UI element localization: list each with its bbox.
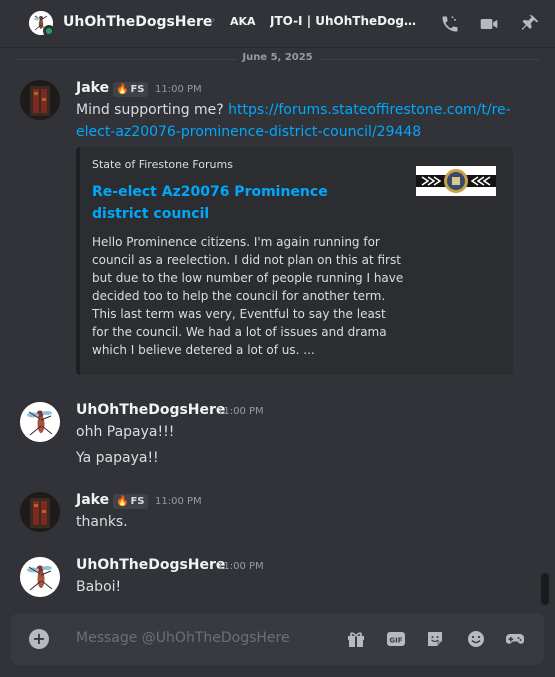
message-link-continued[interactable]: elect-az20076-prominence-district-counci… (76, 124, 421, 140)
header-separator (211, 18, 215, 22)
flame-icon: 🔥 (116, 496, 129, 507)
scrollbar-thumb[interactable] (541, 573, 549, 605)
message-link[interactable]: https://forums.stateoffirestone.com/t/re… (228, 102, 511, 118)
gif-picker-icon[interactable]: GIF (386, 629, 406, 649)
message-timestamp[interactable]: 11:00 PM (155, 496, 202, 507)
pinned-messages-icon[interactable] (518, 12, 542, 36)
jake-avatar[interactable] (20, 492, 60, 532)
link-embed: State of Firestone Forums Re-elect Az200… (76, 147, 513, 375)
message-input[interactable]: Message @UhOhTheDogsHere (76, 630, 290, 646)
header-avatar[interactable] (29, 11, 55, 37)
upload-plus-icon[interactable]: + (29, 629, 49, 649)
message-author[interactable]: UhOhTheDogsHere (76, 402, 225, 418)
online-status-icon (43, 25, 55, 37)
date-divider: June 5, 2025 (16, 52, 539, 66)
message-input-bar: + Message @UhOhTheDogsHere GIF (11, 613, 544, 665)
dm-header: UhOhTheDogsHere AKA JTO-I | UhOhTheDogsH… (0, 0, 555, 48)
uhoh-avatar[interactable] (20, 557, 60, 597)
voice-call-icon[interactable] (438, 12, 462, 36)
aka-names[interactable]: JTO-I | UhOhTheDogsH... (270, 14, 422, 28)
message-content: Baboi! (76, 579, 122, 595)
embed-provider[interactable]: State of Firestone Forums (92, 158, 233, 171)
date-divider-label: June 5, 2025 (236, 52, 319, 63)
uhoh-avatar[interactable] (20, 402, 60, 442)
header-username: UhOhTheDogsHere (63, 14, 213, 30)
message-timestamp[interactable]: 11:00 PM (217, 406, 264, 417)
svg-text:GIF: GIF (389, 637, 402, 645)
message-author[interactable]: Jake (76, 80, 109, 96)
aka-label: AKA (230, 15, 256, 28)
forum-logo-thumbnail[interactable] (416, 166, 496, 196)
jake-avatar[interactable] (20, 80, 60, 120)
embed-title[interactable]: Re-elect Az20076 Prominence district cou… (92, 181, 382, 225)
activities-gamepad-icon[interactable] (505, 629, 525, 649)
message-content: ohh Papaya!!! (76, 424, 175, 440)
video-call-icon[interactable] (477, 12, 501, 36)
message-content: Mind supporting me? https://forums.state… (76, 102, 511, 140)
clan-tag[interactable]: 🔥 FS (113, 82, 148, 97)
sticker-icon[interactable] (425, 629, 445, 649)
message-timestamp[interactable]: 11:00 PM (217, 561, 264, 572)
message-content: thanks. (76, 514, 128, 530)
clan-tag[interactable]: 🔥 FS (113, 494, 148, 509)
message-content: Ya papaya!! (76, 450, 159, 466)
gift-icon[interactable] (346, 629, 366, 649)
flame-icon: 🔥 (116, 84, 129, 95)
emoji-icon[interactable] (466, 629, 486, 649)
message-author[interactable]: UhOhTheDogsHere (76, 557, 225, 573)
embed-description: Hello Prominence citizens. I'm again run… (92, 235, 404, 357)
message-author[interactable]: Jake (76, 492, 109, 508)
message-timestamp[interactable]: 11:00 PM (155, 84, 202, 95)
